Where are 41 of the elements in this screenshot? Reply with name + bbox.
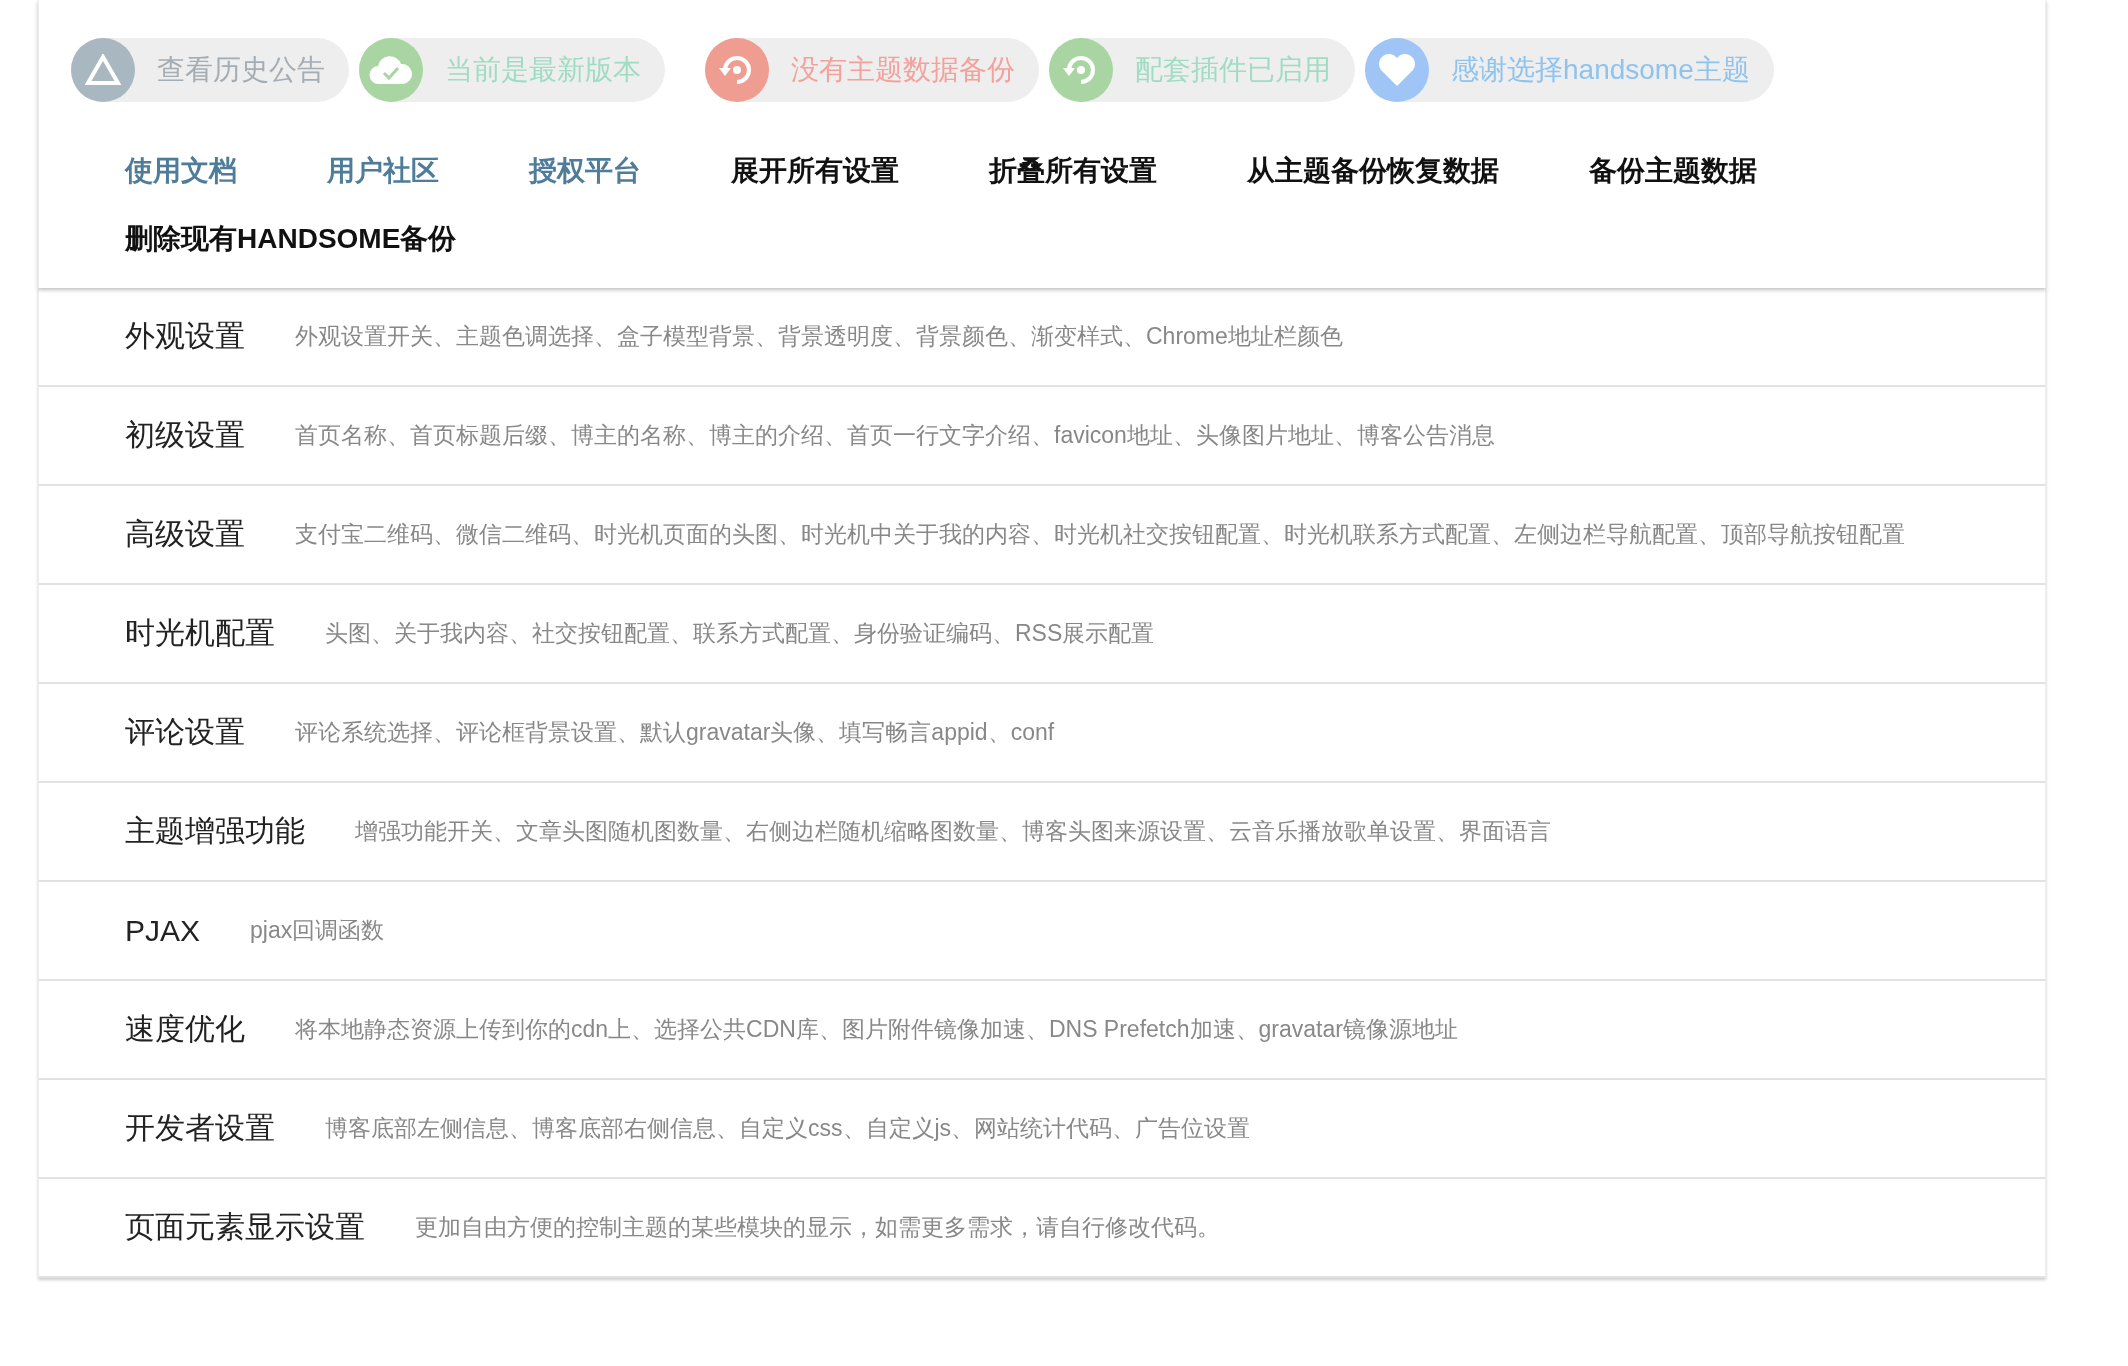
section-description: 外观设置开关、主题色调选择、盒子模型背景、背景透明度、背景颜色、渐变样式、Chrome地址栏颜色 <box>295 322 1343 351</box>
section-title: 时光机配置 <box>125 615 275 651</box>
section-description: 评论系统选择、评论框背景设置、默认gravatar头像、填写畅言appid、conf <box>295 718 1055 747</box>
action-link[interactable]: 删除现有HANDSOME备份 <box>125 220 457 258</box>
section-title: 高级设置 <box>125 516 245 552</box>
section-title: 开发者设置 <box>125 1110 275 1146</box>
section-description: 博客底部左侧信息、博客底部右侧信息、自定义css、自定义js、网站统计代码、广告位设置 <box>325 1114 1251 1143</box>
nav-link[interactable]: 用户社区 <box>327 152 439 190</box>
section-title: 外观设置 <box>125 318 245 354</box>
settings-row[interactable]: 外观设置 外观设置开关、主题色调选择、盒子模型背景、背景透明度、背景颜色、渐变样式、Chrome地址栏颜色 <box>38 288 2046 387</box>
settings-row[interactable]: 时光机配置 头图、关于我内容、社交按钮配置、联系方式配置、身份验证编码、RSS展示配置 <box>38 585 2046 684</box>
section-description: 增强功能开关、文章头图随机图数量、右侧边栏随机缩略图数量、博客头图来源设置、云音乐播放歌单设置、界面语言 <box>355 817 1551 846</box>
section-description: 首页名称、首页标题后缀、博主的名称、博主的介绍、首页一行文字介绍、favicon地址、头像图片地址、博客公告消息 <box>295 421 1495 450</box>
triangle-icon <box>85 54 121 86</box>
action-link[interactable]: 从主题备份恢复数据 <box>1247 152 1499 190</box>
action-link[interactable]: 展开所有设置 <box>731 152 899 190</box>
action-link[interactable]: 折叠所有设置 <box>989 152 1157 190</box>
action-link[interactable]: 备份主题数据 <box>1589 152 1757 190</box>
settings-row[interactable]: 速度优化 将本地静态资源上传到你的cdn上、选择公共CDN库、图片附件镜像加速、DNS Prefetch加速、gravatar镜像源地址 <box>38 981 2046 1080</box>
settings-row[interactable]: 页面元素显示设置 更加自由方便的控制主题的某些模块的显示，如需更多需求，请自行修改代码。 <box>38 1179 2046 1278</box>
settings-row[interactable]: 高级设置 支付宝二维码、微信二维码、时光机页面的头图、时光机中关于我的内容、时光机社交按钮配置、时光机联系方式配置、左侧边栏导航配置、顶部导航按钮配置 <box>38 486 2046 585</box>
section-title: 主题增强功能 <box>125 813 305 849</box>
heart-icon <box>1377 52 1417 88</box>
settings-row[interactable]: PJAX pjax回调函数 <box>38 882 2046 981</box>
section-title: 速度优化 <box>125 1011 245 1047</box>
section-description: 将本地静态资源上传到你的cdn上、选择公共CDN库、图片附件镜像加速、DNS Prefetch加速、gravatar镜像源地址 <box>295 1015 1458 1044</box>
section-description: 更加自由方便的控制主题的某些模块的显示，如需更多需求，请自行修改代码。 <box>415 1213 1220 1242</box>
settings-row[interactable]: 初级设置 首页名称、首页标题后缀、博主的名称、博主的介绍、首页一行文字介绍、favicon地址、头像图片地址、博客公告消息 <box>38 387 2046 486</box>
section-title: 评论设置 <box>125 714 245 750</box>
nav-link[interactable]: 使用文档 <box>125 152 237 190</box>
settings-row[interactable]: 开发者设置 博客底部左侧信息、博客底部右侧信息、自定义css、自定义js、网站统计代码、广告位设置 <box>38 1080 2046 1179</box>
settings-row[interactable]: 评论设置 评论系统选择、评论框背景设置、默认gravatar头像、填写畅言appid、conf <box>38 684 2046 783</box>
section-title: 初级设置 <box>125 417 245 453</box>
settings-row[interactable]: 主题增强功能 增强功能开关、文章头图随机图数量、右侧边栏随机缩略图数量、博客头图来源设置、云音乐播放歌单设置、界面语言 <box>38 783 2046 882</box>
section-description: 支付宝二维码、微信二维码、时光机页面的头图、时光机中关于我的内容、时光机社交按钮配置、时光机联系方式配置、左侧边栏导航配置、顶部导航按钮配置 <box>295 520 1905 549</box>
section-title: PJAX <box>125 913 201 948</box>
section-description: pjax回调函数 <box>250 916 385 945</box>
nav-link[interactable]: 授权平台 <box>529 152 641 190</box>
section-description: 头图、关于我内容、社交按钮配置、联系方式配置、身份验证编码、RSS展示配置 <box>325 619 1155 648</box>
cloud-check-icon <box>369 55 413 85</box>
section-title: 页面元素显示设置 <box>125 1209 365 1245</box>
